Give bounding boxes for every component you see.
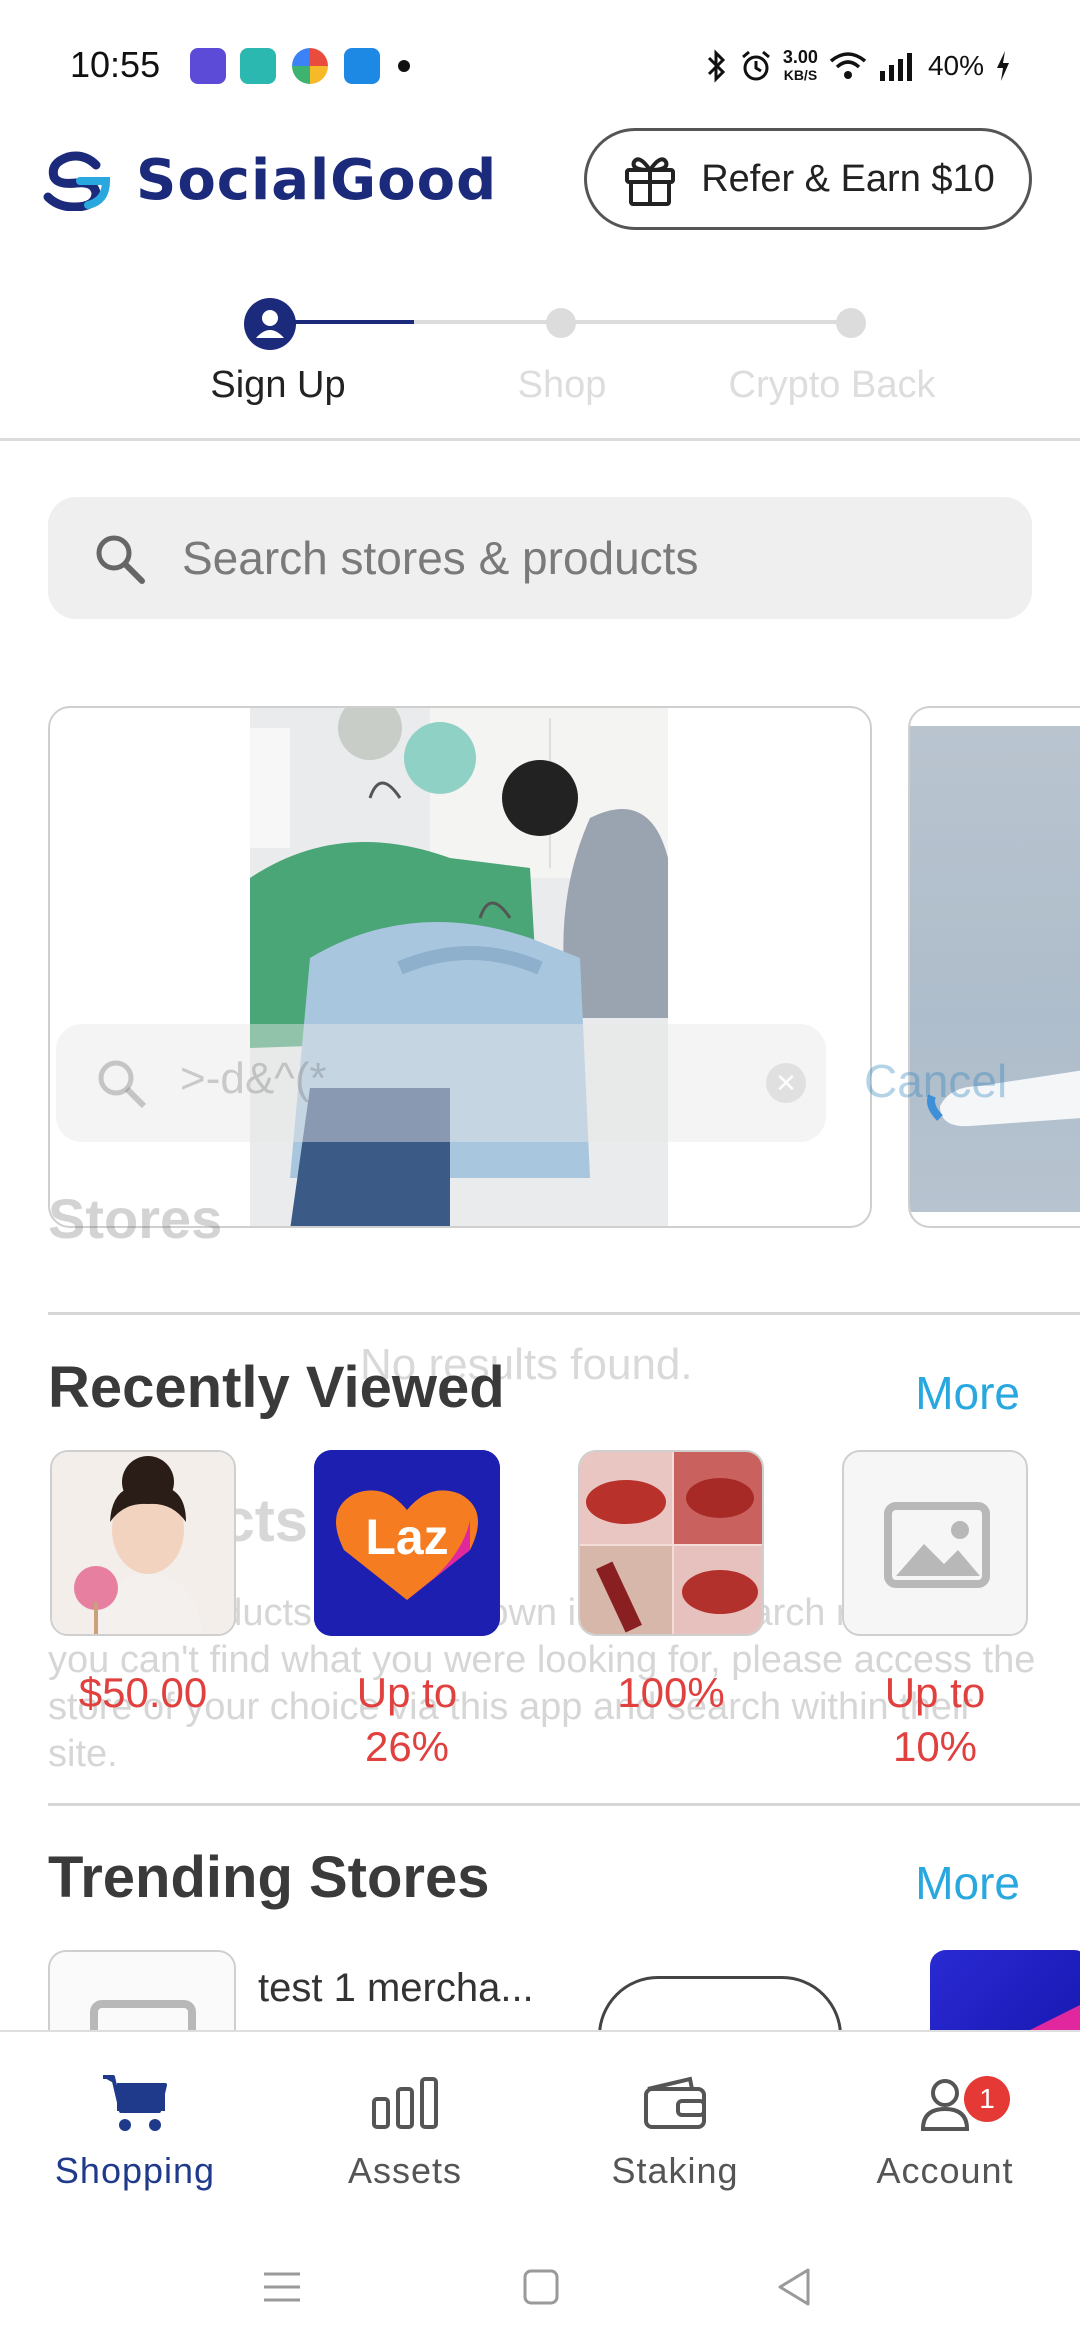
nav-assets-label: Assets [347, 2150, 463, 2191]
bluetooth-icon [707, 49, 726, 83]
user-icon [256, 310, 284, 338]
wallet-icon [644, 2076, 706, 2129]
recent-item[interactable]: $50.00 [50, 1450, 236, 1720]
laz-logo-illustration: Laz [314, 1450, 500, 1636]
usb-notification-icon [344, 48, 380, 84]
header-divider [0, 438, 1080, 441]
battery-percent: 40% [927, 50, 984, 81]
airplane-illustration [927, 1070, 1080, 1127]
step-line-active [278, 320, 414, 324]
step-crypto-dot [836, 308, 866, 338]
socialgood-logo-icon [43, 151, 111, 211]
lipstick-photo-illustration [580, 1452, 762, 1634]
status-right: 3.00 KB/S 40% [705, 44, 1012, 88]
status-time: 10:55 [70, 44, 161, 85]
brand-name: SocialGood [136, 148, 498, 213]
recent-item-label: Up to 10% [884, 1669, 986, 1770]
laz-logo-text: Laz [365, 1509, 448, 1565]
bar-chart-icon [372, 2077, 438, 2129]
charging-icon [997, 51, 1009, 81]
promo-banner-card-next[interactable] [908, 706, 1080, 1228]
recent-item-label: Up to 26% [356, 1669, 458, 1770]
search-bar[interactable] [48, 497, 1032, 619]
step-shop-dot [546, 308, 576, 338]
nav-staking[interactable]: Staking [540, 2068, 810, 2192]
brand-logo[interactable]: SocialGood [40, 148, 497, 213]
placeholder-image-icon [884, 1502, 990, 1588]
network-speed-value: 3.00 [782, 47, 818, 67]
step-line-inactive-2 [574, 320, 850, 324]
recently-viewed-title: Recently Viewed [48, 1355, 505, 1420]
step-shop-label: Shop [517, 364, 607, 406]
recent-item-thumb [50, 1450, 236, 1636]
recent-item[interactable]: 100% [578, 1450, 764, 1720]
sky-banner-image [910, 726, 1080, 1212]
account-notification-badge: 1 [964, 2076, 1010, 2122]
alarm-icon [741, 50, 770, 81]
lazada-notification-icon [190, 48, 226, 84]
step-line-inactive-1 [414, 320, 560, 324]
chat-notification-icon [240, 48, 276, 84]
model-photo-illustration [52, 1452, 234, 1634]
nav-staking-label: Staking [611, 2150, 739, 2191]
recent-item[interactable]: Laz Up to 26% [314, 1450, 500, 1774]
trending-store-name[interactable]: test 1 mercha... [258, 1966, 534, 2011]
step-sign-up-dot [244, 298, 296, 350]
gift-icon [625, 157, 676, 206]
search-icon [96, 535, 145, 584]
recent-item[interactable]: Up to 10% [842, 1450, 1028, 1774]
nav-account-label: Account [876, 2150, 1014, 2191]
recents-menu-icon[interactable] [262, 2270, 302, 2304]
promo-banner-card[interactable] [48, 706, 872, 1228]
clothing-banner-image [250, 708, 668, 1226]
system-navigation-bar [0, 2230, 1080, 2340]
refer-earn-button[interactable]: Refer & Earn $10 [584, 128, 1032, 230]
home-square-icon[interactable] [522, 2268, 560, 2306]
refer-earn-label: Refer & Earn $10 [701, 157, 995, 200]
nav-account[interactable]: 1 Account [810, 2068, 1080, 2192]
recently-viewed-more-link[interactable]: More [915, 1366, 1020, 1420]
status-bar: 10:55 3.00 KB/S 40% [0, 0, 1080, 130]
recent-item-thumb: Laz [314, 1450, 500, 1636]
network-speed-unit: KB/S [783, 67, 818, 83]
recent-item-label: $50.00 [78, 1669, 208, 1716]
nav-shopping-label: Shopping [54, 2150, 216, 2191]
signal-icon [879, 53, 912, 81]
cart-icon [103, 2075, 167, 2131]
nav-shopping[interactable]: Shopping [0, 2068, 270, 2192]
network-speed: 3.00 KB/S [783, 48, 818, 84]
trending-stores-title: Trending Stores [48, 1845, 490, 1910]
wifi-icon [829, 52, 867, 79]
recent-item-thumb [842, 1450, 1028, 1636]
step-crypto-back-label: Crypto Back [728, 364, 936, 406]
section-divider-trending [48, 1803, 1080, 1806]
browser-notification-icon [292, 48, 328, 84]
recent-item-thumb [578, 1450, 764, 1636]
onboarding-steps: Sign Up Shop Crypto Back [0, 290, 1080, 440]
step-sign-up-label: Sign Up [210, 364, 346, 406]
clothing-flatlay-illustration [250, 708, 668, 1226]
nav-assets[interactable]: Assets [270, 2068, 540, 2192]
back-triangle-icon[interactable] [776, 2266, 812, 2308]
trending-stores-more-link[interactable]: More [915, 1856, 1020, 1910]
search-input[interactable] [182, 531, 982, 585]
bottom-navigation: Shopping Assets Staking 1 Account [0, 2030, 1080, 2230]
recent-item-label: 100% [617, 1669, 725, 1716]
section-divider-recent [48, 1312, 1080, 1315]
more-notifications-dot [398, 60, 410, 72]
